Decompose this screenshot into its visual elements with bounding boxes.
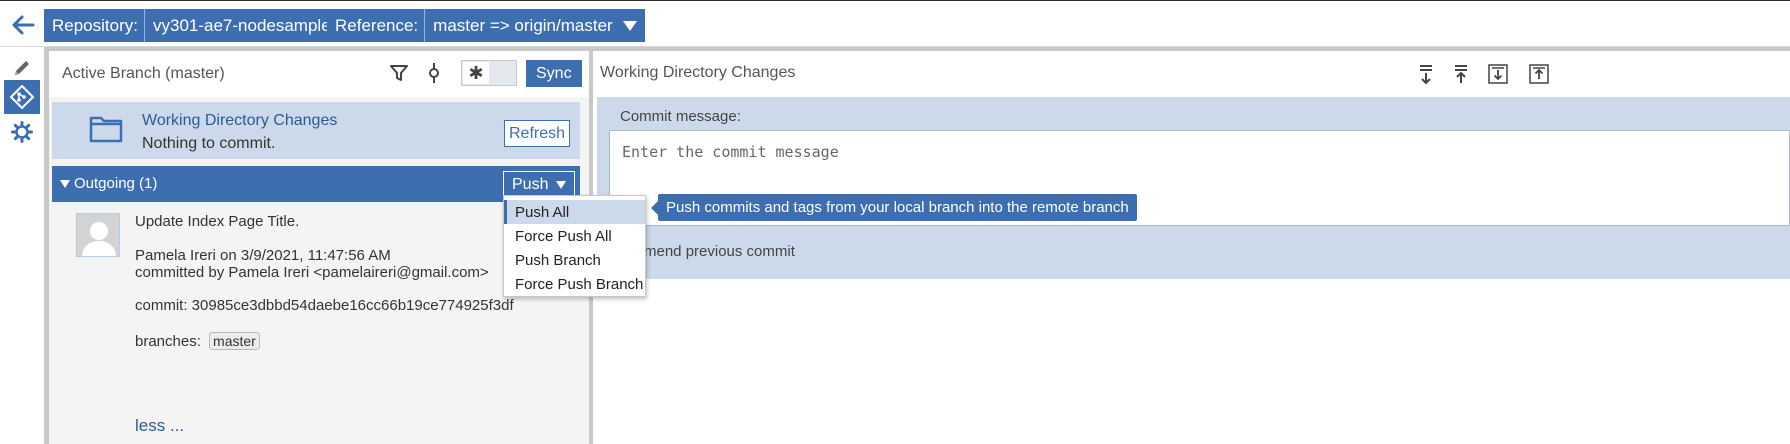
branch-tag: master: [209, 332, 260, 350]
commit-branches: branches: master: [135, 332, 260, 350]
push-button[interactable]: Push: [503, 171, 576, 198]
amend-checkbox-label[interactable]: mend previous commit: [644, 243, 795, 260]
menu-item-push-all[interactable]: Push All: [504, 200, 645, 224]
git-icon: [9, 84, 35, 110]
commit-icon: [429, 63, 439, 83]
commit-message: Update Index Page Title.: [135, 213, 300, 230]
reference-label: Reference:: [327, 9, 426, 42]
triangle-down-icon: [60, 180, 70, 188]
user-icon: [82, 222, 116, 256]
chevron-down-icon: [622, 20, 637, 31]
working-directory-panel: Working Directory Changes Commit message…: [593, 51, 1790, 444]
working-directory-status: Nothing to commit.: [142, 135, 276, 152]
refresh-button[interactable]: Refresh: [504, 120, 570, 147]
active-branch-header: Active Branch (master) ✱ Sync: [49, 51, 589, 97]
arrow-left-icon: [12, 15, 35, 35]
push-tooltip: Push commits and tags from your local br…: [651, 194, 1137, 221]
arrow-down-bar-icon: [1420, 65, 1432, 85]
repository-value: vy301-ae7-nodesample: [152, 15, 331, 35]
active-branch-title: Active Branch (master): [62, 65, 225, 82]
push-arrow-button[interactable]: [1450, 63, 1472, 85]
menu-item-force-push-branch[interactable]: Force Push Branch: [504, 272, 645, 296]
avatar: [76, 213, 120, 257]
folder-icon: [89, 116, 123, 143]
arrow-up-bar-icon: [1455, 65, 1467, 83]
left-rail: [0, 47, 44, 444]
commit-form: Commit message: mend previous commit: [597, 97, 1790, 279]
working-directory-link[interactable]: Working Directory Changes: [142, 112, 337, 130]
top-toolbar: Repository: vy301-ae7-nodesample Referen…: [0, 0, 1790, 47]
view-toggle[interactable]: ✱: [461, 60, 517, 86]
branches-label: branches:: [135, 333, 201, 350]
back-button[interactable]: [8, 10, 38, 40]
pull-button[interactable]: [1415, 63, 1437, 85]
menu-item-push-branch[interactable]: Push Branch: [504, 248, 645, 272]
commit-author: Pamela Ireri on 3/9/2021, 11:47:56 AM: [135, 247, 391, 264]
repository-select[interactable]: Repository: vy301-ae7-nodesample: [44, 9, 363, 42]
asterisk-icon: ✱: [463, 62, 489, 84]
working-directory-title: Working Directory Changes: [600, 64, 796, 81]
push-label: Push: [512, 175, 549, 193]
gear-icon: [11, 121, 33, 143]
pencil-icon: [15, 61, 29, 75]
sync-button[interactable]: Sync: [526, 60, 582, 87]
rail-git-button[interactable]: [4, 80, 40, 114]
filter-button[interactable]: [389, 63, 409, 88]
reference-value: master => origin/master: [433, 15, 613, 35]
box-arrow-down-icon: [1488, 64, 1508, 84]
outgoing-label: Outgoing (1): [74, 175, 158, 192]
outgoing-section-header[interactable]: Outgoing (1) Push: [52, 166, 580, 202]
filter-icon: [390, 65, 408, 81]
commit-graph-button[interactable]: [427, 62, 441, 89]
unstage-all-button[interactable]: [1528, 63, 1550, 85]
commit-committer: committed by Pamela Ireri <pamelaireri@g…: [135, 264, 489, 281]
commit-message-label: Commit message:: [620, 108, 741, 125]
repository-label: Repository:: [44, 9, 145, 42]
rail-settings-button[interactable]: [4, 115, 40, 149]
reference-select[interactable]: Reference: master => origin/master: [327, 9, 645, 42]
chevron-down-icon: [556, 180, 567, 189]
box-arrow-up-icon: [1529, 64, 1549, 84]
menu-item-force-push-all[interactable]: Force Push All: [504, 224, 645, 248]
push-menu: Push All Force Push All Push Branch Forc…: [503, 195, 646, 297]
less-link[interactable]: less ...: [135, 416, 184, 436]
working-directory-item: Working Directory Changes Nothing to com…: [52, 102, 580, 159]
commit-hash: commit: 30985ce3dbbd54daebe16cc66b19ce77…: [135, 297, 514, 314]
stage-all-button[interactable]: [1487, 63, 1509, 85]
